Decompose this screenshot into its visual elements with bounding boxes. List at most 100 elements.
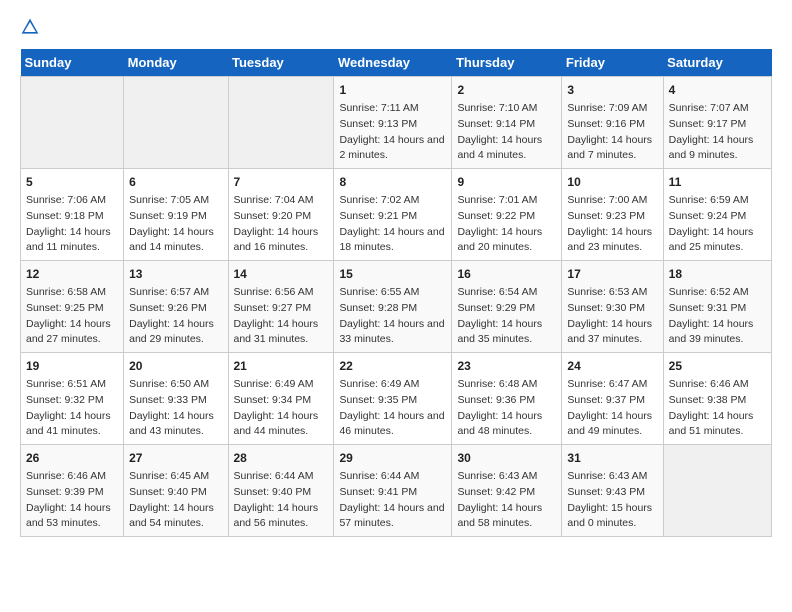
calendar-cell: 14 Sunrise: 6:56 AMSunset: 9:27 PMDayligh…: [228, 261, 334, 353]
week-row-3: 12Sunrise: 6:58 AMSunset: 9:25 PMDayligh…: [21, 261, 772, 353]
day-number: 31: [567, 449, 657, 467]
cell-info: Sunrise: 6:43 AMSunset: 9:42 PMDaylight:…: [457, 469, 556, 532]
cell-info: Sunrise: 7:06 AMSunset: 9:18 PMDaylight:…: [26, 193, 118, 256]
calendar-cell: 11 Sunrise: 6:59 AMSunset: 9:24 PMDayligh…: [663, 169, 771, 261]
day-number: 4: [669, 81, 766, 99]
calendar-cell: 30 Sunrise: 6:43 AMSunset: 9:42 PMDayligh…: [452, 445, 562, 537]
cell-info: Sunrise: 6:44 AMSunset: 9:40 PMDaylight:…: [234, 469, 329, 532]
calendar-cell: 13 Sunrise: 6:57 AMSunset: 9:26 PMDayligh…: [124, 261, 228, 353]
day-number: 30: [457, 449, 556, 467]
day-number: 10: [567, 173, 657, 191]
cell-info: Sunrise: 6:56 AMSunset: 9:27 PMDaylight:…: [234, 285, 329, 348]
calendar-cell: 7Sunrise: 7:04 AMSunset: 9:20 PMDaylight…: [228, 169, 334, 261]
calendar-cell: 4Sunrise: 7:07 AMSunset: 9:17 PMDaylight…: [663, 77, 771, 169]
calendar-cell: 6 Sunrise: 7:05 AMSunset: 9:19 PMDaylight…: [124, 169, 228, 261]
calendar-cell: 23 Sunrise: 6:48 AMSunset: 9:36 PMDayligh…: [452, 353, 562, 445]
calendar-cell: 27 Sunrise: 6:45 AMSunset: 9:40 PMDayligh…: [124, 445, 228, 537]
calendar-cell: 31 Sunrise: 6:43 AMSunset: 9:43 PMDayligh…: [562, 445, 663, 537]
calendar-cell: 29 Sunrise: 6:44 AMSunset: 9:41 PMDayligh…: [334, 445, 452, 537]
calendar-cell: [21, 77, 124, 169]
calendar-cell: 9Sunrise: 7:01 AMSunset: 9:22 PMDaylight…: [452, 169, 562, 261]
day-number: 15: [339, 265, 446, 283]
calendar-table: SundayMondayTuesdayWednesdayThursdayFrid…: [20, 49, 772, 537]
calendar-cell: 22Sunrise: 6:49 AMSunset: 9:35 PMDayligh…: [334, 353, 452, 445]
day-number: 6: [129, 173, 222, 191]
week-row-1: 1 Sunrise: 7:11 AMSunset: 9:13 PMDaylight…: [21, 77, 772, 169]
calendar-cell: 21Sunrise: 6:49 AMSunset: 9:34 PMDayligh…: [228, 353, 334, 445]
cell-info: Sunrise: 6:54 AMSunset: 9:29 PMDaylight:…: [457, 285, 556, 348]
cell-info: Sunrise: 7:10 AMSunset: 9:14 PMDaylight:…: [457, 101, 556, 164]
page-header: [20, 16, 772, 37]
cell-info: Sunrise: 7:09 AMSunset: 9:16 PMDaylight:…: [567, 101, 657, 164]
day-number: 20: [129, 357, 222, 375]
cell-info: Sunrise: 7:05 AMSunset: 9:19 PMDaylight:…: [129, 193, 222, 256]
week-row-4: 19 Sunrise: 6:51 AMSunset: 9:32 PMDayligh…: [21, 353, 772, 445]
header-wednesday: Wednesday: [334, 49, 452, 77]
day-number: 29: [339, 449, 446, 467]
calendar-cell: 17Sunrise: 6:53 AMSunset: 9:30 PMDayligh…: [562, 261, 663, 353]
cell-info: Sunrise: 6:43 AMSunset: 9:43 PMDaylight:…: [567, 469, 657, 532]
day-number: 3: [567, 81, 657, 99]
cell-info: Sunrise: 6:47 AMSunset: 9:37 PMDaylight:…: [567, 377, 657, 440]
calendar-cell: 15Sunrise: 6:55 AMSunset: 9:28 PMDayligh…: [334, 261, 452, 353]
calendar-cell: 25 Sunrise: 6:46 AMSunset: 9:38 PMDayligh…: [663, 353, 771, 445]
day-number: 8: [339, 173, 446, 191]
calendar-cell: [228, 77, 334, 169]
day-number: 1: [339, 81, 446, 99]
cell-info: Sunrise: 6:59 AMSunset: 9:24 PMDaylight:…: [669, 193, 766, 256]
calendar-cell: 8 Sunrise: 7:02 AMSunset: 9:21 PMDaylight…: [334, 169, 452, 261]
calendar-cell: 10 Sunrise: 7:00 AMSunset: 9:23 PMDayligh…: [562, 169, 663, 261]
calendar-cell: 19 Sunrise: 6:51 AMSunset: 9:32 PMDayligh…: [21, 353, 124, 445]
cell-info: Sunrise: 6:46 AMSunset: 9:39 PMDaylight:…: [26, 469, 118, 532]
cell-info: Sunrise: 7:11 AMSunset: 9:13 PMDaylight:…: [339, 101, 446, 164]
cell-info: Sunrise: 6:50 AMSunset: 9:33 PMDaylight:…: [129, 377, 222, 440]
header-friday: Friday: [562, 49, 663, 77]
calendar-cell: 26Sunrise: 6:46 AMSunset: 9:39 PMDayligh…: [21, 445, 124, 537]
calendar-cell: 28 Sunrise: 6:44 AMSunset: 9:40 PMDayligh…: [228, 445, 334, 537]
cell-info: Sunrise: 6:51 AMSunset: 9:32 PMDaylight:…: [26, 377, 118, 440]
day-number: 14: [234, 265, 329, 283]
header-saturday: Saturday: [663, 49, 771, 77]
header-sunday: Sunday: [21, 49, 124, 77]
day-number: 17: [567, 265, 657, 283]
day-number: 28: [234, 449, 329, 467]
day-number: 7: [234, 173, 329, 191]
day-number: 12: [26, 265, 118, 283]
calendar-cell: 20 Sunrise: 6:50 AMSunset: 9:33 PMDayligh…: [124, 353, 228, 445]
header-thursday: Thursday: [452, 49, 562, 77]
calendar-cell: 1 Sunrise: 7:11 AMSunset: 9:13 PMDaylight…: [334, 77, 452, 169]
logo: [20, 16, 44, 37]
logo-icon: [20, 17, 40, 37]
header-monday: Monday: [124, 49, 228, 77]
day-number: 27: [129, 449, 222, 467]
cell-info: Sunrise: 6:57 AMSunset: 9:26 PMDaylight:…: [129, 285, 222, 348]
day-number: 2: [457, 81, 556, 99]
day-number: 18: [669, 265, 766, 283]
cell-info: Sunrise: 7:00 AMSunset: 9:23 PMDaylight:…: [567, 193, 657, 256]
day-number: 13: [129, 265, 222, 283]
calendar-cell: 24Sunrise: 6:47 AMSunset: 9:37 PMDayligh…: [562, 353, 663, 445]
day-number: 23: [457, 357, 556, 375]
calendar-cell: 3 Sunrise: 7:09 AMSunset: 9:16 PMDaylight…: [562, 77, 663, 169]
calendar-cell: [124, 77, 228, 169]
calendar-cell: 12Sunrise: 6:58 AMSunset: 9:25 PMDayligh…: [21, 261, 124, 353]
cell-info: Sunrise: 6:45 AMSunset: 9:40 PMDaylight:…: [129, 469, 222, 532]
cell-info: Sunrise: 6:52 AMSunset: 9:31 PMDaylight:…: [669, 285, 766, 348]
header-tuesday: Tuesday: [228, 49, 334, 77]
cell-info: Sunrise: 7:01 AMSunset: 9:22 PMDaylight:…: [457, 193, 556, 256]
calendar-cell: 18 Sunrise: 6:52 AMSunset: 9:31 PMDayligh…: [663, 261, 771, 353]
day-number: 25: [669, 357, 766, 375]
week-row-2: 5 Sunrise: 7:06 AMSunset: 9:18 PMDaylight…: [21, 169, 772, 261]
day-number: 11: [669, 173, 766, 191]
day-number: 19: [26, 357, 118, 375]
day-number: 5: [26, 173, 118, 191]
cell-info: Sunrise: 6:44 AMSunset: 9:41 PMDaylight:…: [339, 469, 446, 532]
calendar-cell: 2 Sunrise: 7:10 AMSunset: 9:14 PMDaylight…: [452, 77, 562, 169]
calendar-cell: [663, 445, 771, 537]
cell-info: Sunrise: 7:02 AMSunset: 9:21 PMDaylight:…: [339, 193, 446, 256]
day-number: 21: [234, 357, 329, 375]
calendar-cell: 5 Sunrise: 7:06 AMSunset: 9:18 PMDaylight…: [21, 169, 124, 261]
cell-info: Sunrise: 6:46 AMSunset: 9:38 PMDaylight:…: [669, 377, 766, 440]
cell-info: Sunrise: 6:48 AMSunset: 9:36 PMDaylight:…: [457, 377, 556, 440]
calendar-cell: 16Sunrise: 6:54 AMSunset: 9:29 PMDayligh…: [452, 261, 562, 353]
